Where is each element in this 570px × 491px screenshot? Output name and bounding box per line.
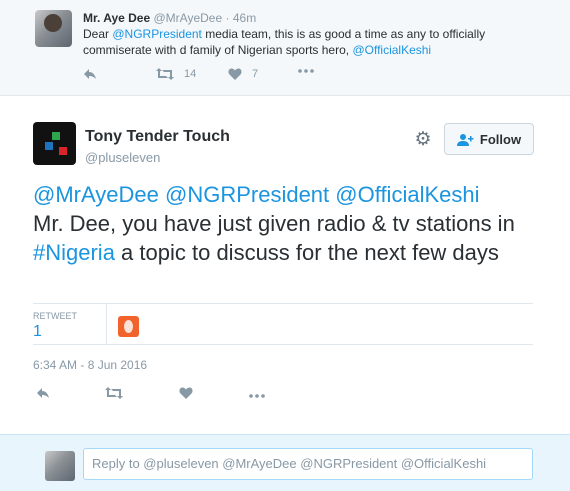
parent-tweet[interactable]: Mr. Aye Dee @MrAyeDee · 46m Dear @NGRPre… [0, 0, 570, 96]
hashtag-link[interactable]: #Nigeria [33, 240, 115, 265]
text-segment: Mr. Dee, you have just given radio & tv … [33, 211, 515, 236]
mention-link[interactable]: @NGRPresident [112, 27, 202, 41]
user-handle[interactable]: @pluseleven [85, 150, 160, 165]
tweet-actions: 14 7 [83, 68, 343, 86]
tweet-timestamp[interactable]: 6:34 AM - 8 Jun 2016 [33, 358, 147, 372]
user-name[interactable]: Tony Tender Touch [85, 128, 230, 146]
mention-link[interactable]: @NGRPresident [165, 182, 329, 207]
like-button[interactable]: 7 [228, 68, 258, 80]
more-button[interactable] [298, 68, 314, 74]
reply-button[interactable] [83, 68, 97, 80]
reply-button[interactable] [36, 386, 50, 403]
user-name[interactable]: Mr. Aye Dee [83, 11, 150, 25]
separator: · [225, 11, 230, 25]
tweet-stats: RETWEET 1 [33, 303, 533, 345]
reply-icon [84, 69, 96, 79]
heart-icon [179, 387, 193, 399]
retweet-icon [156, 68, 174, 80]
retweet-count[interactable]: 1 [33, 323, 42, 341]
retweet-button[interactable]: 14 [156, 68, 196, 80]
gear-icon[interactable]: ⚙ [412, 129, 434, 151]
avatar-square [52, 132, 60, 140]
reply-icon [37, 388, 49, 398]
reply-input[interactable]: Reply to @pluseleven @MrAyeDee @NGRPresi… [83, 448, 533, 480]
like-count: 7 [252, 68, 259, 80]
heart-icon [228, 68, 242, 80]
mention-link[interactable]: @MrAyeDee [33, 182, 159, 207]
retweet-button[interactable] [105, 386, 123, 403]
follow-label: Follow [479, 131, 522, 147]
avatar-square [59, 147, 67, 155]
user-handle[interactable]: @MrAyeDee [154, 11, 223, 25]
retweet-icon [105, 387, 123, 399]
text-segment: a topic to discuss for the next few days [114, 240, 499, 265]
tweet-text: @MrAyeDee @NGRPresident @OfficialKeshi Mr… [33, 180, 538, 267]
like-button[interactable] [179, 386, 193, 403]
tweet-time[interactable]: 46m [233, 11, 256, 25]
more-button[interactable] [249, 386, 265, 403]
follow-button[interactable]: Follow [444, 123, 534, 155]
avatar-square [45, 142, 53, 150]
tweet-actions [33, 386, 293, 406]
reply-area: Reply to @pluseleven @MrAyeDee @NGRPresi… [0, 434, 570, 491]
mention-link[interactable]: @OfficialKeshi [335, 182, 479, 207]
mention-link[interactable]: @OfficialKeshi [352, 43, 431, 57]
more-icon [298, 69, 314, 73]
text-segment: Dear [83, 27, 113, 41]
more-icon [249, 394, 265, 398]
avatar [45, 451, 75, 481]
retweeter-avatar[interactable] [118, 316, 139, 337]
add-user-icon [456, 133, 474, 146]
avatar[interactable] [33, 122, 76, 165]
tweet-text: Dear @NGRPresident media team, this is a… [83, 26, 553, 58]
retweet-count: 14 [184, 68, 197, 80]
parent-tweet-header: Mr. Aye Dee @MrAyeDee · 46m [83, 11, 256, 25]
divider [106, 304, 107, 345]
retweet-label: RETWEET [33, 311, 77, 321]
avatar[interactable] [35, 10, 72, 47]
